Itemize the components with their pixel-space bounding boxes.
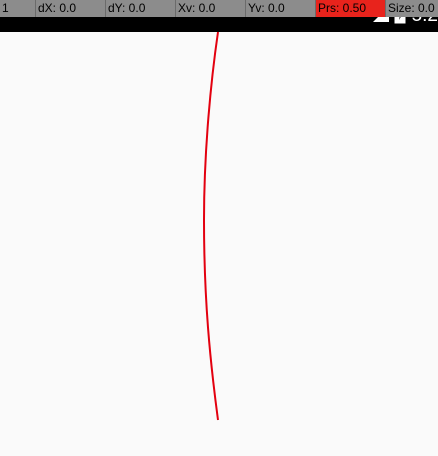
touch-trace-line — [202, 31, 219, 421]
pointer-location-screen: G 5:2 1 dX: 0.0 dY: 0.0 Xv: 0.0 Yv: 0.0 … — [0, 0, 438, 456]
touch-trace-canvas[interactable] — [0, 0, 438, 456]
